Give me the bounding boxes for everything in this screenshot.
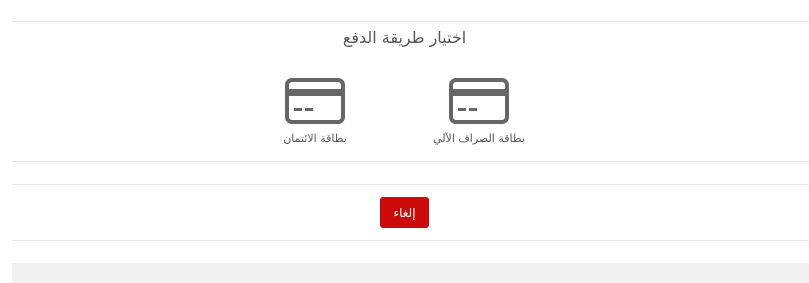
dialog-title: اختيار طريقة الدفع [342,28,467,47]
credit-card-icon [285,78,345,124]
credit-card-icon [449,78,509,124]
footer-bottom-divider [12,240,809,241]
payment-methods: بطاقة الصراف الآلي بطاقة الائتمان [0,78,809,148]
footer-top-divider [12,184,809,185]
payment-method-atm-card[interactable]: بطاقة الصراف الآلي [404,78,554,145]
payment-method-credit-card[interactable]: بطاقة الائتمان [240,78,390,145]
payment-method-dialog: { "dialog": { "title": "اختيار طريقة الد… [0,0,809,283]
cancel-button[interactable]: إلغاء [380,197,429,228]
payment-method-label: بطاقة الائتمان [283,132,347,145]
payment-method-label: بطاقة الصراف الآلي [433,132,525,145]
top-divider [12,21,809,22]
footer-bar [12,263,809,283]
methods-divider [12,161,809,162]
